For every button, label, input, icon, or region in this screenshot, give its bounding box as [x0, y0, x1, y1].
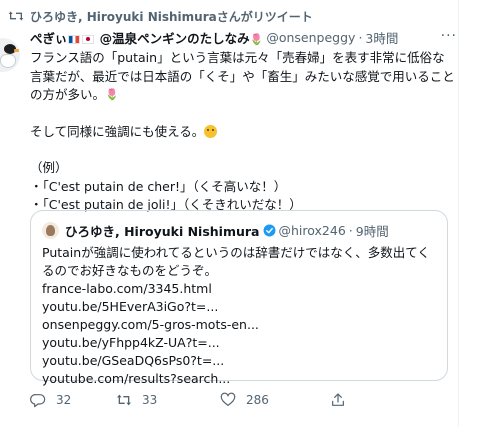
quoted-author-name: ひろゆき, Hiroyuki Nishimura [65, 223, 260, 239]
quoted-link[interactable]: france-labo.com/3345.html [42, 280, 436, 298]
author-handle[interactable]: @onsenpeggy [266, 30, 355, 45]
tulip-icon: 🌷 [105, 88, 119, 102]
timestamp[interactable]: 3時間 [365, 28, 398, 47]
quoted-author-handle: @hirox246 [278, 222, 346, 238]
quoted-avatar [42, 221, 59, 239]
divider [458, 0, 459, 427]
quoted-tweet-header: ひろゆき, Hiroyuki Nishimura @hirox246 · 9時間 [42, 221, 436, 239]
verified-badge-icon [263, 224, 275, 236]
upside-down-face-icon [204, 124, 218, 138]
france-flag-icon [68, 34, 81, 44]
author-name-main: @温泉ペンギンのたしなみ [99, 30, 250, 46]
retweet-icon [8, 11, 24, 21]
more-dots-icon[interactable]: ··· [441, 28, 457, 44]
separator-dot: · [348, 222, 353, 238]
reply-icon [30, 394, 46, 408]
retweet-context[interactable]: ひろゆき, Hiroyuki Nishimuraさんがリツイート [8, 7, 313, 25]
quoted-link[interactable]: youtu.be/5HEverA3iGo?t=... [42, 298, 436, 316]
separator-dot: · [358, 29, 363, 45]
tweet: ぺぎぃ @温泉ペンギンのたしなみ🌷 @onsenpeggy · 3時間 ··· … [30, 28, 457, 215]
body-line-2: そして同様に強調にも使える。 [30, 123, 205, 139]
tweet-card: ひろゆき, Hiroyuki Nishimuraさんがリツイート ぺぎぃ @温泉… [0, 0, 480, 427]
body-line-4: ・「C'est putain de cher!」（くそ高いな！） [30, 178, 287, 194]
body-line-3: （例） [30, 160, 68, 176]
quoted-link[interactable]: youtu.be/GSeaDQ6sPs0?t=... [42, 352, 436, 370]
heart-icon [220, 392, 236, 406]
like-button[interactable]: 286 [220, 392, 330, 408]
quoted-link[interactable]: onsenpeggy.com/5-gros-mots-en... [42, 316, 436, 334]
quoted-tweet-text: Putainが強調に使われてるというのは辞書だけではなく、多数出てくるのでお好き… [42, 244, 436, 388]
quoted-timestamp: 9時間 [355, 223, 389, 239]
tweet-header: ぺぎぃ @温泉ペンギンのたしなみ🌷 @onsenpeggy · 3時間 ··· [30, 28, 457, 47]
retweet-icon [117, 394, 131, 406]
japan-flag-icon [82, 34, 95, 44]
quoted-text: Putainが強調に使われてるというのは辞書だけではなく、多数出てくるのでお好き… [42, 245, 430, 278]
share-icon [332, 393, 344, 406]
quoted-tweet[interactable]: ひろゆき, Hiroyuki Nishimura @hirox246 · 9時間… [30, 210, 448, 386]
like-count: 286 [246, 393, 269, 407]
author-name[interactable]: ぺぎぃ @温泉ペンギンのたしなみ🌷 [30, 28, 263, 47]
action-bar: 32 33 286 [30, 390, 370, 410]
share-button[interactable] [330, 392, 370, 408]
tweet-text: フランス語の「putain」という言葉は元々「売春婦」を表す非常に低俗な言葉だが… [30, 49, 455, 215]
author-name-prefix: ぺぎぃ [30, 30, 68, 46]
reply-button[interactable]: 32 [30, 392, 116, 408]
reply-count: 32 [56, 393, 72, 407]
avatar[interactable] [0, 38, 20, 72]
quoted-link[interactable]: youtu.be/yFhpp4kZ-UA?t=... [42, 334, 436, 352]
tulip-icon: 🌷 [249, 32, 264, 46]
retweet-count: 33 [142, 393, 158, 407]
body-line-1: フランス語の「putain」という言葉は元々「売春婦」を表す非常に低俗な言葉だが… [30, 50, 455, 102]
quoted-link[interactable]: youtube.com/results?search... [42, 370, 436, 388]
retweet-button[interactable]: 33 [116, 392, 220, 408]
retweet-context-label: ひろゆき, Hiroyuki Nishimuraさんがリツイート [30, 9, 313, 24]
